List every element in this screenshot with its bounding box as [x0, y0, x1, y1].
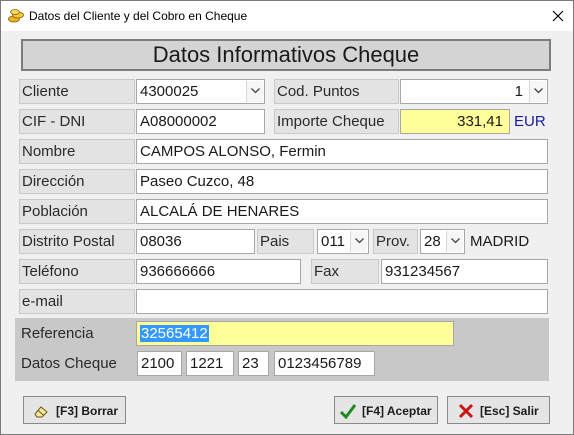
label-pais: Pais — [257, 229, 314, 254]
importe-field[interactable]: 331,41 — [400, 109, 510, 134]
fax-field[interactable]: 931234567 — [381, 259, 548, 284]
chevron-down-icon[interactable] — [246, 81, 263, 102]
label-email: e-mail — [19, 289, 135, 314]
label-cod-puntos: Cod. Puntos — [274, 79, 399, 104]
poblacion-field[interactable]: ALCALÁ DE HENARES — [136, 199, 548, 224]
borrar-button[interactable]: [F3] Borrar — [23, 396, 126, 424]
prov-value: 28 — [424, 233, 441, 250]
pais-combo[interactable]: 011 — [317, 229, 369, 254]
cliente-value: 4300025 — [140, 83, 199, 100]
cheque-oficina-field[interactable]: 1221 — [186, 351, 234, 376]
label-nombre: Nombre — [19, 139, 135, 164]
eraser-icon — [33, 403, 49, 419]
window-title: Datos del Cliente y del Cobro en Cheque — [29, 9, 248, 23]
distrito-postal-field[interactable]: 08036 — [136, 229, 255, 254]
cheque-cuenta-field[interactable]: 0123456789 — [274, 351, 375, 376]
cod-puntos-combo[interactable]: 1 — [400, 79, 548, 104]
banner-title: Datos Informativos Cheque — [21, 39, 551, 71]
borrar-label: [F3] Borrar — [56, 404, 119, 418]
title-bar: Datos del Cliente y del Cobro en Cheque — [1, 1, 573, 31]
label-prov: Prov. — [373, 229, 418, 254]
prov-combo[interactable]: 28 — [420, 229, 465, 254]
aceptar-label: [F4] Aceptar — [362, 404, 432, 418]
referencia-value: 32565412 — [140, 325, 209, 342]
cheque-dc-field[interactable]: 23 — [238, 351, 269, 376]
salir-label: [Esc] Salir — [480, 404, 539, 418]
label-distrito-postal: Distrito Postal — [19, 229, 135, 254]
direccion-field[interactable]: Paseo Cuzco, 48 — [136, 169, 548, 194]
close-icon[interactable] — [549, 7, 567, 25]
cliente-combo[interactable]: 4300025 — [136, 79, 265, 104]
pais-value: 011 — [321, 233, 345, 250]
label-datos-cheque: Datos Cheque — [21, 355, 117, 372]
label-poblacion: Población — [19, 199, 135, 224]
chevron-down-icon[interactable] — [529, 81, 546, 102]
aceptar-button[interactable]: [F4] Aceptar — [334, 396, 438, 424]
salir-button[interactable]: [Esc] Salir — [447, 396, 550, 424]
dialog-window: Datos del Cliente y del Cobro en Cheque … — [0, 0, 574, 435]
label-cif-dni: CIF - DNI — [19, 109, 135, 134]
cod-puntos-value: 1 — [514, 83, 523, 100]
label-importe: Importe Cheque — [274, 109, 399, 134]
label-fax: Fax — [311, 259, 379, 284]
coins-icon — [8, 9, 24, 23]
label-referencia: Referencia — [21, 325, 94, 342]
prov-name: MADRID — [470, 233, 530, 250]
cheque-entidad-field[interactable]: 2100 — [137, 351, 182, 376]
label-telefono: Teléfono — [19, 259, 135, 284]
checkmark-icon — [339, 403, 357, 420]
telefono-field[interactable]: 936666666 — [136, 259, 301, 284]
referencia-field[interactable]: 32565412 — [136, 321, 454, 346]
label-direccion: Dirección — [19, 169, 135, 194]
email-field[interactable] — [136, 289, 548, 314]
x-mark-icon — [458, 403, 474, 419]
chevron-down-icon[interactable] — [446, 231, 463, 252]
currency-label: EUR — [514, 113, 546, 130]
cif-dni-field[interactable]: A08000002 — [136, 109, 265, 134]
chevron-down-icon[interactable] — [350, 231, 367, 252]
label-cliente: Cliente — [19, 79, 135, 104]
nombre-field[interactable]: CAMPOS ALONSO, Fermin — [136, 139, 548, 164]
